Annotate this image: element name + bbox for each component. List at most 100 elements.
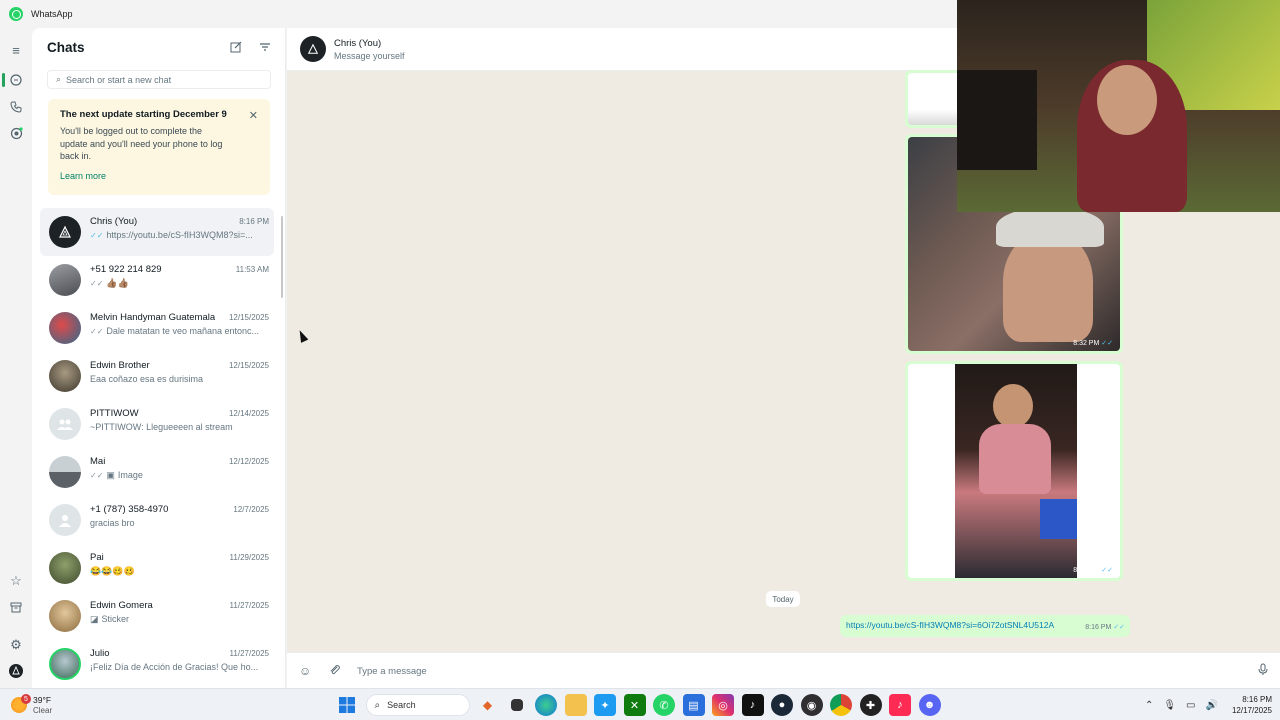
xbox-icon[interactable]: ✕ [623, 694, 646, 716]
chat-row[interactable]: Mai 12/12/2025 ✓✓ ▣ Image [40, 448, 274, 496]
taskbar-apps: ⌕ Search ◆ ✦ ✕ ✆ ▤ ◎ ♪ ● ◉ ✚ ♪ ☻ [336, 694, 948, 716]
tiktok-icon[interactable]: ♪ [741, 694, 764, 716]
chats-icon[interactable] [8, 72, 24, 88]
image-message[interactable]: 8:32 PM ✓✓ [905, 361, 1123, 581]
microphone-icon[interactable]: 🎙 [1163, 700, 1176, 711]
chat-row[interactable]: PITTIWOW 12/14/2025 ~PITTIWOW: Llegueeee… [40, 400, 274, 448]
chat-name: Julio [90, 648, 110, 659]
avatar [49, 312, 81, 344]
search-icon: ⌕ [56, 74, 62, 84]
banner-text: You'll be logged out to complete the upd… [60, 126, 223, 161]
taskbar-search[interactable]: ⌕ Search [365, 694, 470, 716]
chat-time: 12/7/2025 [233, 505, 269, 514]
photo-chair [1040, 499, 1077, 539]
app-icon[interactable]: ✚ [859, 694, 882, 716]
emoji-icon[interactable]: ☺ [299, 664, 311, 678]
delivered-ticks-icon: ✓✓ [90, 327, 104, 336]
taskbar-search-label: Search [387, 700, 416, 710]
weather-widget[interactable]: 5 39°F Clear [11, 694, 71, 716]
conversation-name: Chris (You) [334, 38, 382, 49]
steam-icon[interactable]: ● [771, 694, 793, 716]
whatsapp-icon[interactable]: ✆ [653, 694, 675, 716]
default-avatar [49, 504, 81, 536]
discord-icon[interactable]: ☻ [918, 694, 941, 716]
instagram-icon[interactable]: ◎ [712, 694, 734, 716]
calls-icon[interactable] [8, 99, 24, 115]
tiktok-live-icon[interactable]: ♪ [889, 694, 911, 716]
chat-time: 12/12/2025 [228, 457, 269, 466]
attach-icon[interactable] [329, 664, 340, 678]
archive-icon[interactable] [8, 599, 24, 615]
new-chat-icon[interactable] [230, 41, 244, 55]
widgets-icon[interactable]: ◆ [477, 694, 499, 716]
menu-icon[interactable]: ≡ [8, 42, 24, 58]
chat-preview: ✓✓ Dale matatan te veo mañana entonc... [90, 326, 260, 336]
start-icon[interactable] [336, 694, 358, 716]
chat-preview: ¡Feliz Día de Acción de Gracias! Que ho.… [90, 662, 259, 672]
chat-row[interactable]: +1 (787) 358-4970 12/7/2025 gracias bro [40, 496, 274, 544]
chat-time: 11/27/2025 [229, 649, 269, 658]
close-icon[interactable]: ✕ [249, 109, 258, 122]
clock-time: 8:16 PM [1242, 695, 1272, 704]
image-icon: ▣ [106, 470, 115, 480]
chat-row[interactable]: Chris (You) 8:16 PM ✓✓ https://youtu.be/c… [40, 208, 274, 256]
task-view-icon[interactable] [511, 699, 523, 711]
chat-time: 8:16 PM [239, 217, 269, 226]
weather-condition: Clear [33, 706, 53, 715]
status-icon[interactable] [8, 125, 24, 141]
obs-icon[interactable]: ◉ [800, 694, 823, 716]
edge-icon[interactable] [535, 694, 557, 716]
chat-row[interactable]: Julio 11/27/2025 ¡Feliz Día de Acción de… [40, 640, 274, 688]
settings-icon[interactable]: ⚙ [8, 637, 24, 653]
clock-date: 12/17/2025 [1231, 706, 1272, 715]
chat-name: Edwin Brother [90, 360, 150, 371]
chat-preview: ✓✓ ▣ Image [90, 470, 143, 480]
link-message[interactable]: https://youtu.be/cS-fIH3WQM8?si=6Oi72otS… [840, 615, 1130, 637]
avatar [49, 216, 81, 248]
chat-row[interactable]: Edwin Brother 12/15/2025 Eaa coñazo esa … [40, 352, 274, 400]
twitter-icon[interactable]: ✦ [594, 694, 616, 716]
chat-row[interactable]: Pai 11/29/2025 😂😂🥴🥴 [40, 544, 274, 592]
chat-name: Melvin Handyman Guatemala [90, 312, 216, 323]
profile-icon[interactable] [8, 663, 24, 679]
chat-list-panel: Chats ⌕ Search or start a new chat The n… [32, 28, 286, 688]
avatar [49, 552, 81, 584]
clock[interactable]: 8:16 PM 12/17/2025 [1232, 694, 1272, 716]
microphone-icon[interactable] [1258, 663, 1268, 678]
window-title: WhatsApp [31, 9, 73, 19]
photo-shirt [979, 424, 1051, 494]
network-icon[interactable]: ▭ [1186, 700, 1195, 711]
webcam-face [1097, 65, 1157, 135]
chat-time: 12/15/2025 [228, 361, 269, 370]
chat-name: +1 (787) 358-4970 [90, 504, 169, 515]
photo-subject [1003, 232, 1093, 342]
delivered-ticks-icon: ✓✓ [90, 279, 104, 288]
learn-more-link[interactable]: Learn more [60, 171, 106, 181]
chat-time: 11/27/2025 [229, 601, 269, 610]
filter-icon[interactable] [259, 41, 273, 55]
avatar [49, 648, 81, 680]
chat-list-scrollbar[interactable] [281, 216, 283, 298]
chat-row[interactable]: Melvin Handyman Guatemala 12/15/2025 ✓✓ D… [40, 304, 274, 352]
message-time: 8:16 PM ✓✓ [1085, 624, 1125, 631]
chats-title: Chats [47, 40, 85, 55]
chat-row[interactable]: Edwin Gomera 11/27/2025 ◪ Sticker [40, 592, 274, 640]
chat-row[interactable]: +51 922 214 829 11:53 AM ✓✓ 👍🏽👍🏽 [40, 256, 274, 304]
chat-preview: ~PITTIWOW: Llegueeeen al stream [90, 422, 233, 432]
file-explorer-icon[interactable] [564, 694, 587, 716]
taskbar: 5 39°F Clear ⌕ Search ◆ ✦ ✕ ✆ ▤ ◎ ♪ ● ◉ … [0, 688, 1280, 720]
chrome-icon[interactable] [830, 694, 852, 716]
search-input[interactable]: ⌕ Search or start a new chat [47, 70, 271, 89]
store-icon[interactable]: ▤ [682, 694, 705, 716]
chevron-up-icon[interactable]: ⌃ [1145, 700, 1153, 711]
message-input[interactable] [357, 662, 1237, 680]
chat-name: +51 922 214 829 [90, 264, 162, 275]
avatar [49, 456, 81, 488]
update-banner: The next update starting December 9 You'… [48, 99, 270, 195]
volume-icon[interactable]: 🔊 [1206, 700, 1218, 711]
message-composer: ☺ [287, 652, 1280, 688]
chat-preview: 😂😂🥴🥴 [90, 566, 135, 576]
starred-icon[interactable]: ☆ [8, 573, 24, 589]
message-link[interactable]: https://youtu.be/cS-fIH3WQM8?si=6Oi72otS… [846, 620, 1054, 630]
read-ticks-icon: ✓✓ [90, 231, 104, 240]
